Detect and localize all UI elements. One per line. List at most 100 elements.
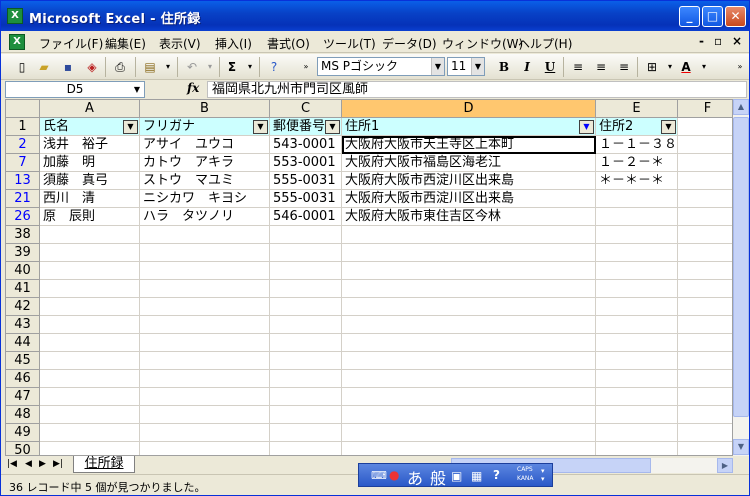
cell[interactable]: 加藤 明 <box>40 154 140 172</box>
ime-ball-icon[interactable]: ● <box>389 468 399 482</box>
row-header[interactable]: 49 <box>6 424 40 442</box>
align-center-icon[interactable]: ≡ <box>592 58 610 76</box>
print-icon[interactable]: ⎙ <box>111 58 129 76</box>
undo-dropdown-icon[interactable]: ▾ <box>201 58 219 76</box>
cell[interactable] <box>40 316 140 334</box>
cell[interactable]: 543-0001 <box>270 136 342 154</box>
cell[interactable] <box>678 334 732 352</box>
scroll-right-icon[interactable]: ▶ <box>717 458 733 473</box>
cell[interactable] <box>140 442 270 455</box>
autofilter-dropdown-icon[interactable]: ▼ <box>579 120 594 134</box>
doc-close-button[interactable]: × <box>732 34 742 48</box>
doc-restore-button[interactable]: ▫ <box>714 34 722 48</box>
cell[interactable] <box>40 352 140 370</box>
menu-data[interactable]: データ(D) <box>382 35 437 52</box>
row-header[interactable]: 43 <box>6 316 40 334</box>
cell[interactable] <box>342 424 596 442</box>
autofilter-dropdown-icon[interactable]: ▼ <box>661 120 676 134</box>
cell[interactable] <box>678 352 732 370</box>
cell[interactable]: ＊－＊－＊ <box>596 172 678 190</box>
borders-icon[interactable]: ⊞ <box>643 58 661 76</box>
cell[interactable]: カトウ アキラ <box>140 154 270 172</box>
column-header-a[interactable]: A <box>40 100 140 118</box>
paste-dropdown-icon[interactable]: ▾ <box>159 58 177 76</box>
cell[interactable] <box>40 442 140 455</box>
cell[interactable]: ハラ タツノリ <box>140 208 270 226</box>
row-header[interactable]: 46 <box>6 370 40 388</box>
cell[interactable] <box>678 442 732 455</box>
cell[interactable] <box>140 370 270 388</box>
cell[interactable]: 大阪府大阪市福島区海老江 <box>342 154 596 172</box>
minimize-button[interactable]: _ <box>679 6 700 27</box>
ime-options-icon[interactable]: ▾ ▾ <box>541 467 545 483</box>
row-header[interactable]: 26 <box>6 208 40 226</box>
maximize-button[interactable]: □ <box>702 6 723 27</box>
next-sheet-icon[interactable]: ▶ <box>39 459 46 469</box>
row-header[interactable]: 45 <box>6 352 40 370</box>
row-header[interactable]: 44 <box>6 334 40 352</box>
first-sheet-icon[interactable]: |◀ <box>7 459 17 469</box>
cell[interactable] <box>678 226 732 244</box>
sheet-tab-jushoroku[interactable]: 住所録 <box>73 456 135 473</box>
row-header[interactable]: 41 <box>6 280 40 298</box>
cell[interactable] <box>678 244 732 262</box>
row-header[interactable]: 40 <box>6 262 40 280</box>
cell[interactable] <box>678 298 732 316</box>
cell[interactable]: ストウ マユミ <box>140 172 270 190</box>
cell[interactable] <box>270 370 342 388</box>
cell[interactable] <box>596 442 678 455</box>
chevron-down-icon[interactable]: ▼ <box>130 82 144 97</box>
cell[interactable] <box>140 388 270 406</box>
cell[interactable] <box>596 280 678 298</box>
cell[interactable] <box>678 424 732 442</box>
cell[interactable]: 553-0001 <box>270 154 342 172</box>
cell[interactable] <box>40 334 140 352</box>
doc-minimize-button[interactable]: - <box>699 34 704 48</box>
select-all-corner[interactable] <box>6 100 40 118</box>
autosum-dropdown-icon[interactable]: ▾ <box>241 58 259 76</box>
row-header[interactable]: 2 <box>6 136 40 154</box>
cell[interactable] <box>270 316 342 334</box>
cell[interactable] <box>596 298 678 316</box>
cell[interactable] <box>678 316 732 334</box>
cell[interactable] <box>140 406 270 424</box>
menu-window[interactable]: ウィンドウ(W) <box>442 35 523 52</box>
font-color-icon[interactable]: A <box>677 58 695 76</box>
row-header[interactable]: 47 <box>6 388 40 406</box>
cell[interactable] <box>678 388 732 406</box>
cell[interactable] <box>678 262 732 280</box>
excel-app-icon[interactable]: X <box>7 8 23 24</box>
cell[interactable] <box>140 424 270 442</box>
save-icon[interactable]: ▪ <box>59 58 77 76</box>
cell[interactable]: 西川 清 <box>40 190 140 208</box>
row-header[interactable]: 50 <box>6 442 40 455</box>
cell[interactable] <box>270 298 342 316</box>
cell[interactable] <box>342 352 596 370</box>
cell[interactable] <box>678 190 732 208</box>
row-header[interactable]: 21 <box>6 190 40 208</box>
scroll-up-icon[interactable]: ▲ <box>733 99 749 115</box>
bold-button[interactable]: B <box>495 58 513 76</box>
toolbar-options-icon[interactable]: » <box>297 58 315 76</box>
font-size-combo[interactable]: 11 ▼ <box>447 57 485 76</box>
menu-tools[interactable]: ツール(T) <box>323 35 376 52</box>
cell[interactable] <box>270 280 342 298</box>
scroll-thumb[interactable] <box>733 117 749 417</box>
cell[interactable] <box>678 172 732 190</box>
cell[interactable] <box>270 262 342 280</box>
cell[interactable] <box>270 442 342 455</box>
underline-button[interactable]: U <box>541 58 559 76</box>
menu-format[interactable]: 書式(O) <box>267 35 310 52</box>
cell[interactable] <box>342 226 596 244</box>
menu-help[interactable]: ヘルプ(H) <box>518 35 572 52</box>
cell[interactable] <box>40 280 140 298</box>
chevron-down-icon[interactable]: ▼ <box>431 58 444 75</box>
workbook-icon[interactable]: X <box>9 34 25 50</box>
cell[interactable] <box>270 424 342 442</box>
cell[interactable] <box>678 136 732 154</box>
row-header[interactable]: 1 <box>6 118 40 136</box>
cell[interactable] <box>596 334 678 352</box>
prev-sheet-icon[interactable]: ◀ <box>25 459 32 469</box>
autosum-icon[interactable]: Σ <box>223 58 241 76</box>
formula-input[interactable]: 福岡県北九州市門司区風師 <box>207 81 747 98</box>
